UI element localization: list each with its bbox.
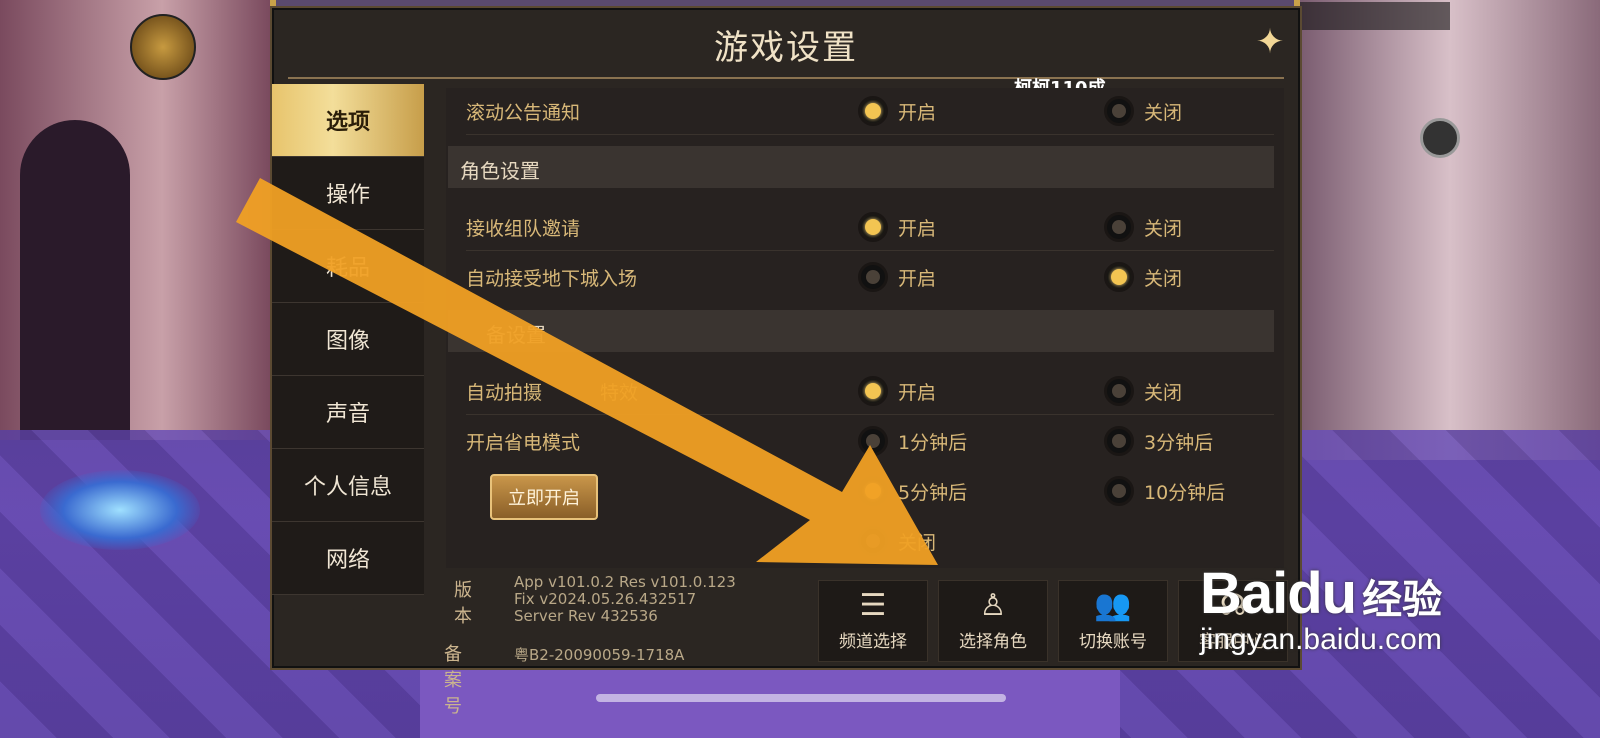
switch-account-button[interactable]: 👥 切换账号 <box>1058 580 1168 662</box>
setting-row-scroll-notice: 滚动公告通知 开启 关闭 <box>466 88 1274 135</box>
radio-unselected-icon <box>858 526 888 556</box>
radio-dungeon-accept-off[interactable]: 关闭 <box>1104 262 1182 292</box>
setting-label: 自动接受地下城入场 <box>466 268 638 290</box>
icp-number: 粤B2-20090059-1718A <box>514 646 685 664</box>
dialog-title: 游戏设置 <box>714 28 858 68</box>
settings-nav: 选项 操作 耗品 图像 声音 个人信息 网络 <box>272 84 424 595</box>
watermark-url: jingyan.baidu.com <box>1200 623 1442 656</box>
tab-consumables[interactable]: 耗品 <box>272 230 424 303</box>
channel-select-button[interactable]: ☰ 频道选择 <box>818 580 928 662</box>
radio-scroll-notice-on[interactable]: 开启 <box>858 96 936 126</box>
section-header-role: 角色设置 <box>448 146 1274 188</box>
radio-power-save-10min[interactable]: 10分钟后 <box>1104 476 1225 506</box>
radio-selected-icon <box>1104 262 1134 292</box>
radio-power-save-3min[interactable]: 3分钟后 <box>1104 426 1213 456</box>
tab-sound[interactable]: 声音 <box>272 376 424 449</box>
radio-power-save-off[interactable]: 关闭 <box>858 526 936 556</box>
radio-team-invite-on[interactable]: 开启 <box>858 212 936 242</box>
select-character-button[interactable]: ♙ 选择角色 <box>938 580 1048 662</box>
enable-now-button[interactable]: 立即开启 <box>490 474 598 520</box>
radio-power-save-5min[interactable]: 5分钟后 <box>858 476 967 506</box>
title-divider <box>288 77 1284 79</box>
radio-unselected-icon <box>1104 476 1134 506</box>
setting-row-dungeon-accept: 自动接受地下城入场 开启 关闭 <box>466 252 1274 300</box>
settings-dialog: 游戏设置 ✦ 柯柯110成 选项 操作 耗品 图像 声音 个人信息 网络 滚动公… <box>270 6 1302 717</box>
player-avatar[interactable] <box>130 14 196 80</box>
setting-label: 自动拍摄 特效 <box>466 382 639 404</box>
radio-auto-capture-off[interactable]: 关闭 <box>1104 376 1182 406</box>
radio-dungeon-accept-on[interactable]: 开启 <box>858 262 936 292</box>
version-text: App v101.0.2 Res v101.0.123 Fix v2024.05… <box>514 573 736 625</box>
tab-personal-info[interactable]: 个人信息 <box>272 449 424 522</box>
icp-label: 备案号 <box>444 644 462 717</box>
tab-network[interactable]: 网络 <box>272 522 424 595</box>
setting-row-team-invite: 接收组队邀请 开启 关闭 <box>466 202 1274 251</box>
baidu-logo: Baidu <box>1200 561 1357 626</box>
radio-scroll-notice-off[interactable]: 关闭 <box>1104 96 1182 126</box>
radio-unselected-icon <box>858 262 888 292</box>
radio-unselected-icon <box>1104 426 1134 456</box>
home-indicator[interactable] <box>596 694 1006 702</box>
version-label: 版本 <box>454 580 472 627</box>
section-header-device: 备设置 <box>448 310 1274 352</box>
character-icon: ♙ <box>979 588 1007 623</box>
gear-icon[interactable] <box>1420 118 1460 158</box>
arch-door <box>20 120 130 440</box>
radio-unselected-icon <box>858 426 888 456</box>
tab-controls[interactable]: 操作 <box>272 157 424 230</box>
radio-selected-icon <box>858 96 888 126</box>
portal-glow <box>40 470 200 550</box>
radio-team-invite-off[interactable]: 关闭 <box>1104 212 1182 242</box>
tab-graphics[interactable]: 图像 <box>272 303 424 376</box>
radio-unselected-icon <box>1104 96 1134 126</box>
setting-label: 接收组队邀请 <box>466 218 581 240</box>
list-icon: ☰ <box>859 588 887 623</box>
users-icon: 👥 <box>1094 588 1132 623</box>
jingyan-label: 经验 <box>1362 577 1443 623</box>
radio-unselected-icon <box>1104 376 1134 406</box>
radio-auto-capture-on[interactable]: 开启 <box>858 376 936 406</box>
radio-power-save-1min[interactable]: 1分钟后 <box>858 426 967 456</box>
setting-label: 滚动公告通知 <box>466 102 581 124</box>
radio-selected-icon <box>858 476 888 506</box>
setting-label: 开启省电模式 <box>466 432 581 454</box>
baidu-watermark: Baidu 经验 jingyan.baidu.com <box>1200 560 1442 657</box>
status-bar <box>1300 2 1450 30</box>
radio-selected-icon <box>858 376 888 406</box>
settings-content: 滚动公告通知 开启 关闭 角色设置 接收组队邀请 开启 关闭 自动接受地下城入场… <box>446 88 1284 568</box>
radio-selected-icon <box>858 212 888 242</box>
tab-options[interactable]: 选项 <box>272 84 424 157</box>
setting-row-auto-capture: 自动拍摄 特效 开启 关闭 <box>466 366 1274 415</box>
right-arch <box>1294 0 1600 460</box>
close-icon[interactable]: ✦ <box>1250 22 1290 62</box>
radio-unselected-icon <box>1104 212 1134 242</box>
